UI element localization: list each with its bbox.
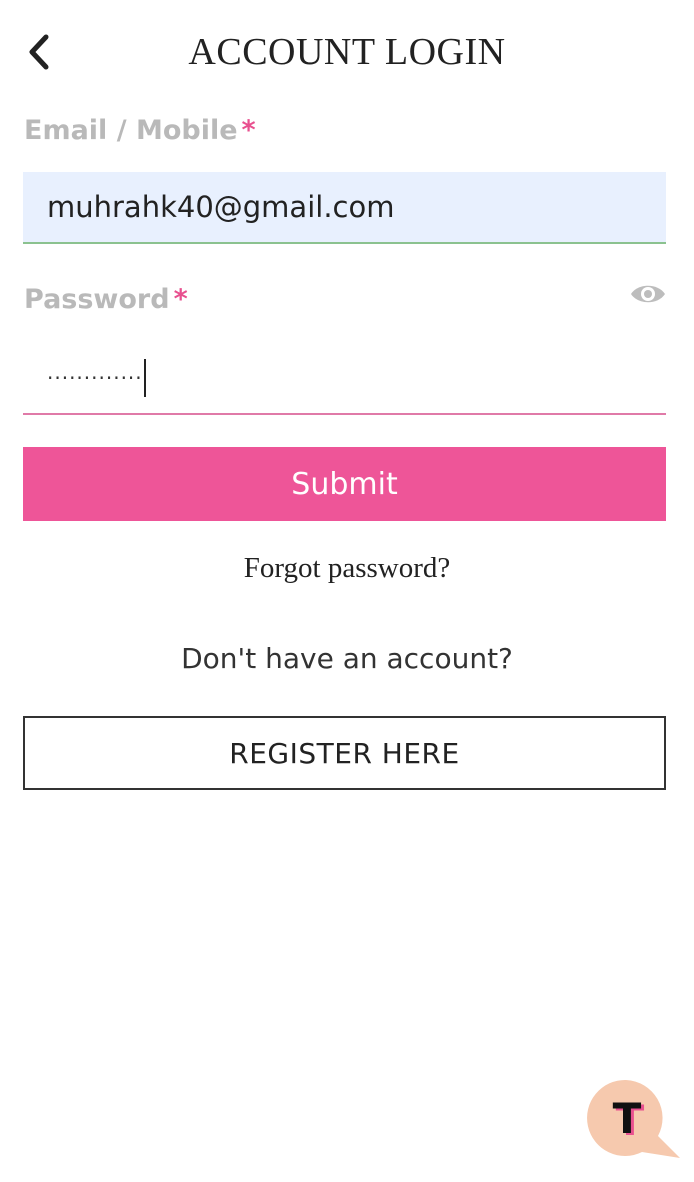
header: ACCOUNT LOGIN xyxy=(0,0,694,104)
submit-button[interactable]: Submit xyxy=(23,447,666,521)
register-button[interactable]: REGISTER HERE xyxy=(23,716,666,790)
password-label: Password * xyxy=(24,284,188,315)
forgot-password-link[interactable]: Forgot password? xyxy=(0,552,694,585)
password-required-mark: * xyxy=(173,284,188,315)
chat-bubble-icon: T T xyxy=(587,1079,680,1158)
show-password-toggle[interactable] xyxy=(628,278,668,310)
email-value: muhrahk40@gmail.com xyxy=(47,190,395,224)
no-account-text: Don't have an account? xyxy=(181,642,513,675)
page-title: ACCOUNT LOGIN xyxy=(188,31,506,73)
email-input[interactable]: muhrahk40@gmail.com xyxy=(23,172,666,244)
email-label: Email / Mobile * xyxy=(24,115,256,146)
eye-icon xyxy=(631,285,665,303)
email-required-mark: * xyxy=(241,115,256,146)
password-masked-value: ············· xyxy=(47,366,143,390)
password-input[interactable]: ············· xyxy=(23,343,666,415)
chat-fab-letter-front: T xyxy=(613,1094,642,1143)
email-label-text: Email / Mobile xyxy=(24,115,238,146)
chat-fab-button[interactable]: T T xyxy=(586,1078,682,1162)
password-label-text: Password xyxy=(24,284,170,315)
text-caret xyxy=(143,359,146,397)
